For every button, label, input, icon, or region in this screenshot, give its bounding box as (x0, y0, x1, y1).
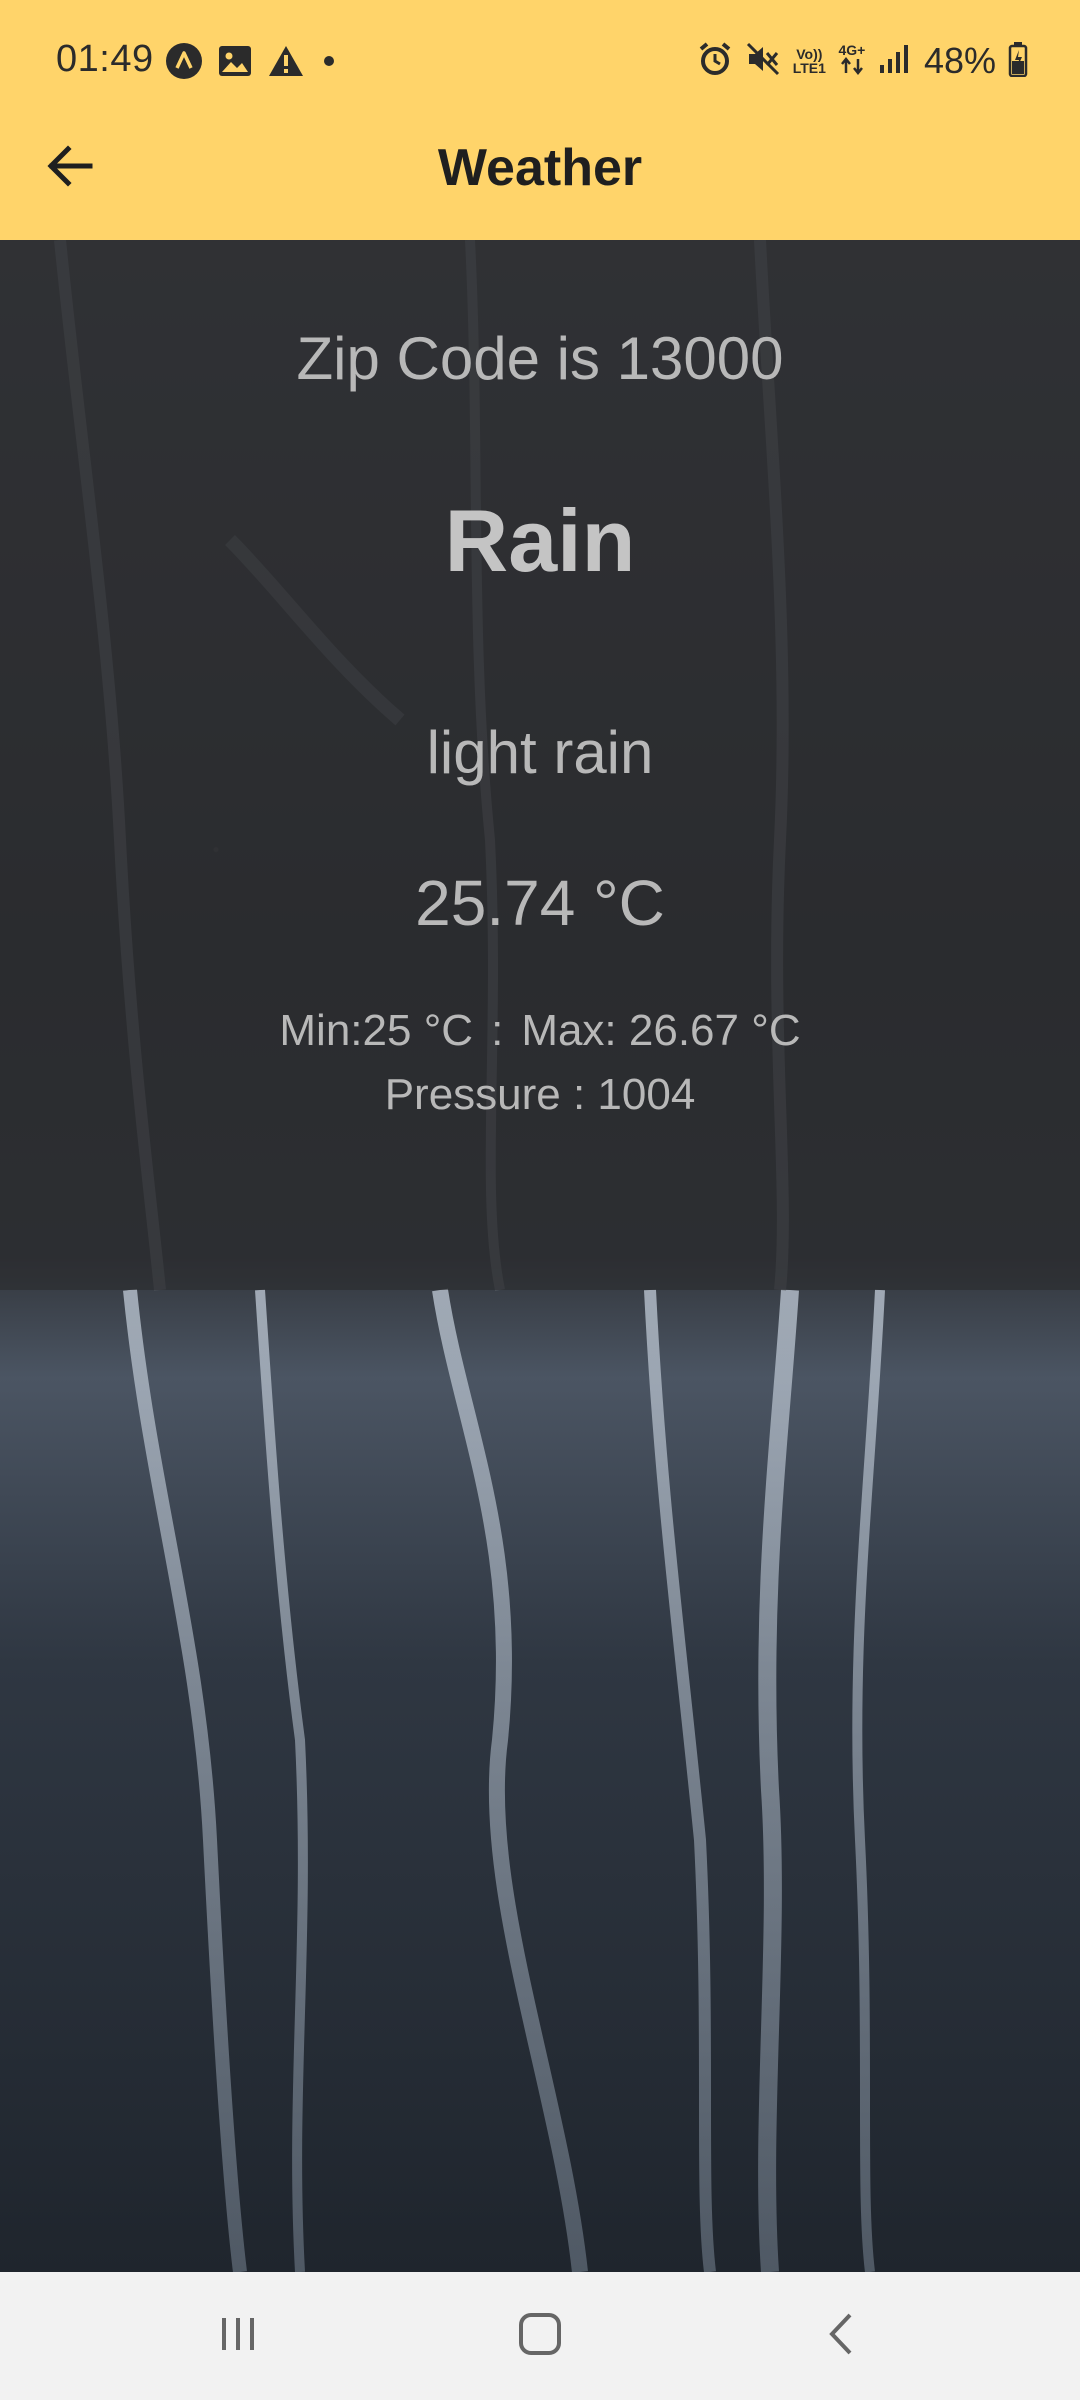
alarm-icon (697, 41, 733, 82)
back-icon (824, 2311, 860, 2362)
image-icon (217, 44, 253, 83)
weather-main: Rain (444, 491, 636, 590)
max-temp: Max: 26.67 °C (521, 1006, 801, 1055)
battery-percent: 48% (923, 40, 996, 81)
navigation-bar (0, 2272, 1080, 2400)
rain-background: Zip Code is 13000 Rain light rain 25.74 … (0, 240, 1080, 2272)
recents-icon (216, 2314, 260, 2359)
status-time: 01:49 (56, 38, 154, 80)
status-right-icons: Vo)) LTE1 4G+ 48% (697, 40, 1028, 82)
nav-back-button[interactable] (802, 2296, 882, 2376)
status-left-icons (165, 42, 339, 85)
status-bar: 01:49 Vo)) LTE1 4G+ 48% (0, 0, 1080, 128)
battery-icon (1008, 41, 1028, 82)
min-max-separator: : (491, 1006, 504, 1055)
weather-description: light rain (426, 719, 654, 786)
pressure: Pressure : 1004 (384, 1070, 696, 1119)
temperature: 25.74 °C (415, 867, 665, 939)
min-temp: Min:25 °C (279, 1006, 474, 1055)
recents-button[interactable] (198, 2296, 278, 2376)
home-button[interactable] (500, 2296, 580, 2376)
dot-icon (319, 51, 339, 76)
home-icon (517, 2311, 563, 2362)
warning-icon (267, 44, 305, 83)
weather-overlay-panel: Zip Code is 13000 Rain light rain 25.74 … (0, 240, 1080, 1290)
app-title: Weather (437, 139, 643, 197)
zip-code-text: Zip Code is 13000 (296, 325, 784, 392)
data-arrows-icon: 4G+ (838, 43, 866, 80)
signal-icon (878, 43, 912, 80)
mute-icon (745, 41, 781, 82)
top-bar: 01:49 Vo)) LTE1 4G+ 48% Weather (0, 0, 1080, 240)
volte-icon: Vo)) LTE1 (792, 46, 826, 76)
min-max-row: Min:25 °C : Max: 26.67 °C (0, 1006, 1080, 1056)
app-bar: Weather (0, 128, 1080, 240)
circle-a-icon (165, 42, 203, 85)
